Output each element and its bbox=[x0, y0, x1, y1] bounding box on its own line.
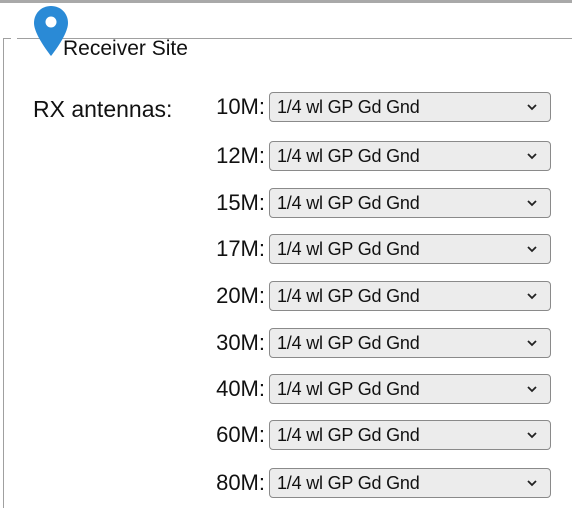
band-label: 20M: bbox=[216, 283, 265, 308]
antenna-select-30m[interactable]: 1/4 wl GP Gd Gnd bbox=[269, 328, 551, 358]
antenna-select-15m[interactable]: 1/4 wl GP Gd Gnd bbox=[269, 188, 551, 218]
band-row-10m: 10M: 1/4 wl GP Gd Gnd bbox=[198, 92, 558, 124]
antenna-select-10m[interactable]: 1/4 wl GP Gd Gnd bbox=[269, 92, 551, 122]
chevron-down-icon bbox=[527, 104, 537, 111]
band-label: 60M: bbox=[216, 422, 265, 447]
select-value: 1/4 wl GP Gd Gnd bbox=[277, 97, 420, 117]
chevron-down-icon bbox=[527, 480, 537, 487]
select-value: 1/4 wl GP Gd Gnd bbox=[277, 193, 420, 213]
chevron-down-icon bbox=[527, 340, 537, 347]
chevron-down-icon bbox=[527, 200, 537, 207]
chevron-down-icon bbox=[527, 246, 537, 253]
receiver-site-legend: Receiver Site bbox=[11, 5, 188, 61]
band-label: 30M: bbox=[216, 330, 265, 355]
chevron-down-icon bbox=[527, 432, 537, 439]
antenna-select-60m[interactable]: 1/4 wl GP Gd Gnd bbox=[269, 420, 551, 450]
rx-antennas-label: RX antennas: bbox=[33, 96, 173, 122]
band-row-80m: 80M: 1/4 wl GP Gd Gnd bbox=[198, 468, 558, 500]
antenna-select-40m[interactable]: 1/4 wl GP Gd Gnd bbox=[269, 374, 551, 404]
antenna-select-20m[interactable]: 1/4 wl GP Gd Gnd bbox=[269, 281, 551, 311]
antenna-select-12m[interactable]: 1/4 wl GP Gd Gnd bbox=[269, 141, 551, 171]
band-row-20m: 20M: 1/4 wl GP Gd Gnd bbox=[198, 281, 558, 313]
band-row-40m: 40M: 1/4 wl GP Gd Gnd bbox=[198, 374, 558, 406]
band-row-12m: 12M: 1/4 wl GP Gd Gnd bbox=[198, 141, 558, 173]
select-value: 1/4 wl GP Gd Gnd bbox=[277, 286, 420, 306]
select-value: 1/4 wl GP Gd Gnd bbox=[277, 239, 420, 259]
band-row-15m: 15M: 1/4 wl GP Gd Gnd bbox=[198, 188, 558, 220]
band-row-30m: 30M: 1/4 wl GP Gd Gnd bbox=[198, 328, 558, 360]
select-value: 1/4 wl GP Gd Gnd bbox=[277, 473, 420, 493]
antenna-select-17m[interactable]: 1/4 wl GP Gd Gnd bbox=[269, 234, 551, 264]
select-value: 1/4 wl GP Gd Gnd bbox=[277, 333, 420, 353]
chevron-down-icon bbox=[527, 153, 537, 160]
band-row-17m: 17M: 1/4 wl GP Gd Gnd bbox=[198, 234, 558, 266]
band-row-60m: 60M: 1/4 wl GP Gd Gnd bbox=[198, 420, 558, 452]
band-label: 12M: bbox=[216, 143, 265, 168]
band-label: 80M: bbox=[216, 470, 265, 495]
chevron-down-icon bbox=[527, 386, 537, 393]
section-title: Receiver Site bbox=[63, 37, 188, 60]
band-label: 40M: bbox=[216, 376, 265, 401]
antenna-select-80m[interactable]: 1/4 wl GP Gd Gnd bbox=[269, 468, 551, 498]
select-value: 1/4 wl GP Gd Gnd bbox=[277, 146, 420, 166]
top-divider bbox=[0, 0, 572, 3]
select-value: 1/4 wl GP Gd Gnd bbox=[277, 425, 420, 445]
band-label: 17M: bbox=[216, 236, 265, 261]
select-value: 1/4 wl GP Gd Gnd bbox=[277, 379, 420, 399]
band-label: 15M: bbox=[216, 190, 265, 215]
band-label: 10M: bbox=[216, 94, 265, 119]
chevron-down-icon bbox=[527, 293, 537, 300]
